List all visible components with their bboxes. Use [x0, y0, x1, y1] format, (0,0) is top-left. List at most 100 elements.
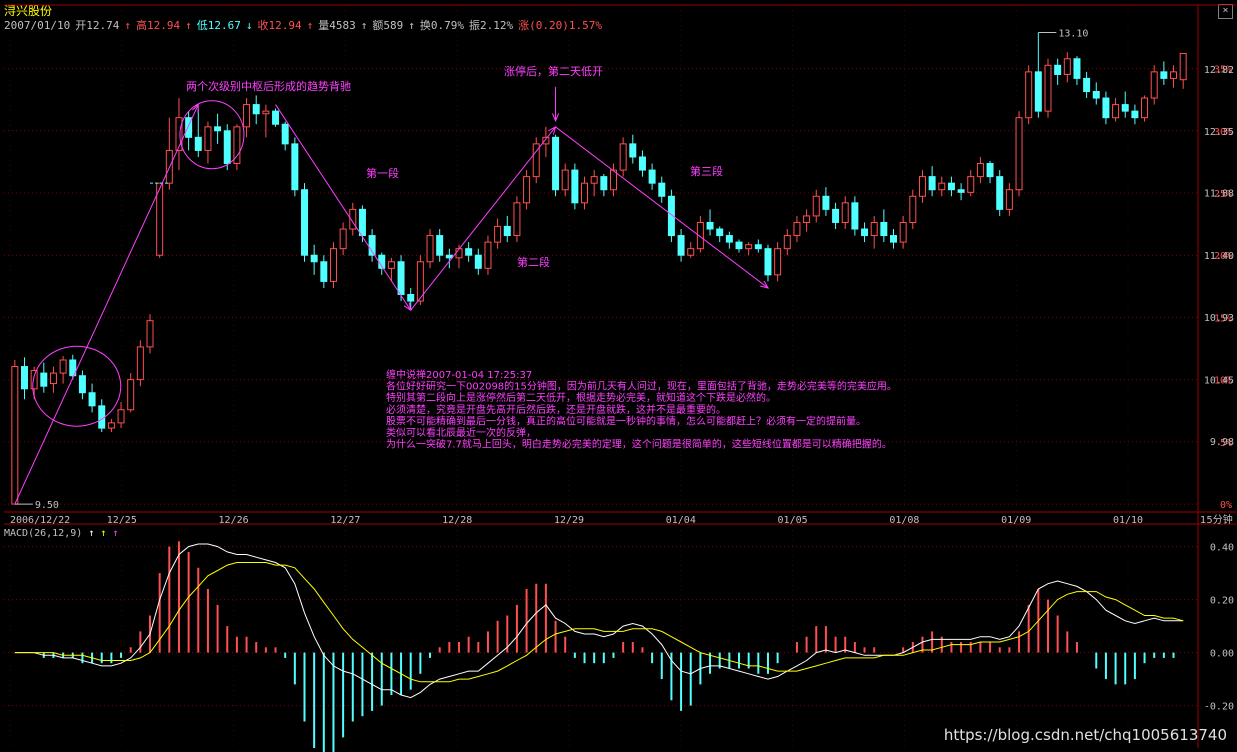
dif-line — [14, 543, 1184, 699]
candle-body — [793, 221, 801, 237]
candle-body — [127, 379, 135, 411]
candle-body — [1102, 97, 1110, 119]
note-line: 缠中说禅2007-01-04 17:25:37 — [386, 368, 532, 381]
candle-body — [648, 169, 656, 184]
candle-body — [909, 195, 917, 223]
candle-body — [1121, 104, 1129, 112]
candle-body — [88, 392, 96, 407]
candle-body — [1034, 71, 1042, 112]
watermark: https://blog.csdn.net/chq1005613740 — [943, 726, 1227, 744]
candle-body — [214, 126, 222, 132]
note-line: 特别其第二段向上是涨停然后第二天低开，根据走势必完美，就知道这个下跌是必然的。 — [386, 391, 776, 404]
price-tick-label: 10.45 — [1204, 376, 1234, 387]
candle-body — [407, 294, 415, 302]
candle-body — [1025, 71, 1033, 119]
candle-body — [1015, 117, 1023, 191]
candle-body — [1160, 71, 1168, 79]
candle-body — [117, 409, 125, 424]
candle-body — [735, 241, 743, 250]
candle-body — [310, 254, 318, 263]
candle-body — [397, 261, 405, 296]
candle-body — [204, 126, 212, 151]
candle-body — [1150, 71, 1158, 99]
low-label: 9.50 — [35, 500, 59, 511]
price-tick-label: 11.88 — [1204, 188, 1234, 199]
candle-body — [262, 110, 270, 115]
dif-arrow-icon: ↑ — [88, 528, 95, 539]
candle-body — [716, 228, 724, 237]
macd-tick-label: -0.20 — [1204, 702, 1234, 713]
candle-body — [687, 248, 695, 256]
annotations: 13.10 9.50 两个次级别中枢后形成的趋势背驰 涨停后，第二天低开第一段第二段 第… — [14, 29, 1088, 511]
candle-body — [1073, 58, 1081, 79]
candle-body — [600, 176, 608, 191]
candle-body — [822, 195, 830, 210]
price-tick-label: 9.98 — [1210, 437, 1234, 448]
macd-arrow-icon: ↑ — [112, 528, 119, 539]
candle-body — [783, 235, 791, 250]
trend-up-1 — [14, 104, 199, 505]
segment-1-label: 第一段 — [366, 166, 399, 180]
x-tick-label: 01/05 — [778, 515, 808, 526]
pct-tick-label: 0% — [1220, 500, 1232, 511]
candle-body — [706, 221, 714, 230]
candle-body — [880, 221, 888, 237]
x-tick-label: 12/26 — [219, 515, 249, 526]
candle-body — [194, 136, 202, 151]
candle-body — [957, 189, 965, 193]
candle-body — [1044, 64, 1052, 112]
macd-tick-label: 0.40 — [1210, 543, 1234, 554]
candle-body — [745, 244, 753, 250]
candle-body — [1054, 64, 1062, 75]
candle-body — [609, 169, 617, 191]
note-line: 股票不可能精确到最后一分钱，真正的高位可能就是一秒钟的事情，怎么可能都赶上？必须… — [386, 414, 866, 427]
candle-body — [494, 225, 502, 243]
candle-body — [967, 176, 975, 193]
note-line: 必须清楚，究竟是开盘先高开后然后跌，还是开盘就跌，这并不是最重要的。 — [386, 403, 726, 416]
candle-body — [754, 244, 762, 250]
segment-2-line — [410, 126, 556, 311]
candle-body — [1092, 90, 1100, 99]
candle-body — [870, 221, 878, 237]
candle-body — [1131, 110, 1139, 119]
candle-body — [484, 241, 492, 269]
high-label: 13.10 — [1058, 29, 1088, 40]
candle-body — [523, 176, 531, 204]
candle-body — [474, 254, 482, 269]
candle-body — [1170, 71, 1178, 79]
macd-panel — [14, 541, 1184, 752]
candle-body — [890, 235, 897, 243]
candle-body — [436, 235, 444, 256]
x-tick-label: 01/04 — [666, 515, 696, 526]
candle-body — [918, 176, 926, 197]
candle-body — [445, 254, 453, 259]
candlesticks — [11, 32, 1187, 505]
macd-label-group: MACD(26,12,9) ↑ ↑ ↑ — [4, 528, 118, 539]
note-line: 为什么一突破7.7就马上回头，明白走势必完美的定理，这个问题是很简单的，这些短线… — [386, 438, 892, 451]
candle-body — [98, 405, 106, 429]
interval-label: 15分钟 — [1200, 513, 1233, 526]
candle-body — [455, 248, 463, 259]
candle-body — [861, 228, 869, 237]
candle-body — [658, 182, 666, 197]
x-tick-label: 12/28 — [442, 515, 472, 526]
candle-body — [899, 221, 907, 243]
candle-body — [329, 248, 337, 282]
candle-body — [928, 176, 936, 191]
candle-body — [841, 202, 849, 223]
x-tick-label: 12/25 — [107, 515, 137, 526]
price-tick-label: 12.35 — [1204, 127, 1234, 138]
candle-body — [320, 261, 328, 282]
price-tick-label: 10.93 — [1204, 313, 1234, 324]
candle-body — [107, 422, 115, 429]
candle-body — [11, 366, 19, 505]
candle-body — [638, 156, 646, 171]
candle-body — [503, 225, 511, 237]
candle-body — [281, 123, 289, 145]
candle-body — [136, 346, 144, 381]
candle-body — [20, 366, 28, 390]
segment-1-line-head — [403, 302, 412, 312]
candle-body — [803, 215, 811, 223]
candle-body — [146, 320, 154, 348]
macd-tick-label: 0.20 — [1210, 596, 1234, 607]
